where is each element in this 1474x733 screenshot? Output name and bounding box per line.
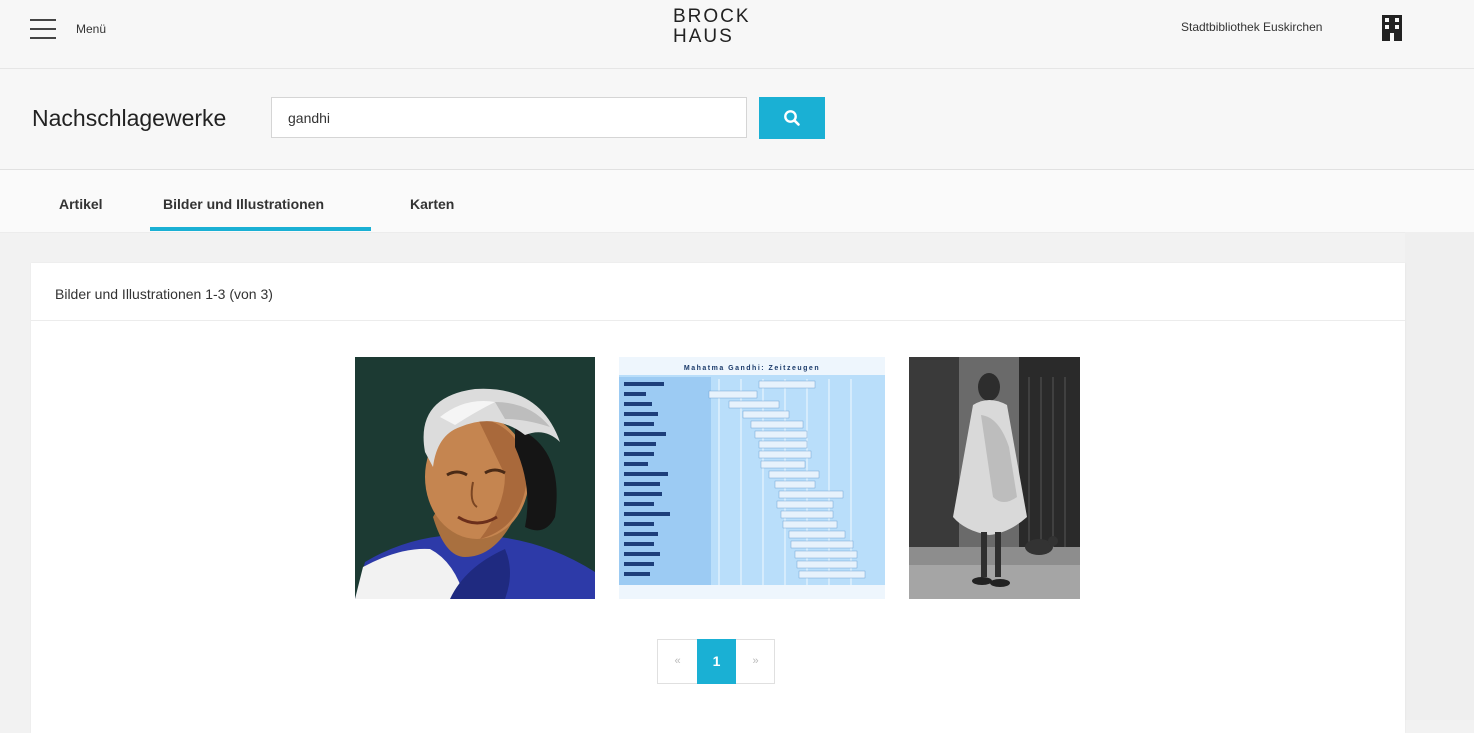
timeline-title: Mahatma Gandhi: Zeitzeugen — [684, 365, 820, 372]
tab-bilder-und-illustrationen[interactable]: Bilder und Illustrationen — [163, 196, 324, 212]
menu-label[interactable]: Menü — [76, 22, 106, 36]
result-image-photo[interactable] — [909, 357, 1080, 599]
result-image-timeline[interactable]: Mahatma Gandhi: Zeitzeugen — [619, 357, 885, 599]
hamburger-menu-icon[interactable] — [30, 19, 56, 39]
tab-artikel[interactable]: Artikel — [59, 196, 103, 212]
top-bar: Menü BROCK HAUS Stadtbibliothek Euskirch… — [0, 0, 1474, 69]
results-header: Bilder und Illustrationen 1-3 (von 3) — [31, 263, 1405, 321]
result-image-portrait[interactable] — [355, 357, 595, 599]
brockhaus-logo[interactable]: BROCK HAUS — [673, 7, 751, 47]
search-band: Nachschlagewerke — [0, 69, 1474, 170]
page-title: Nachschlagewerke — [32, 105, 227, 131]
library-name[interactable]: Stadtbibliothek Euskirchen — [1181, 20, 1322, 34]
tabs-bar: Artikel Bilder und Illustrationen Karten — [0, 170, 1474, 233]
next-page-button[interactable]: » — [736, 640, 775, 683]
building-icon[interactable] — [1380, 14, 1404, 42]
active-tab-indicator — [150, 227, 371, 231]
search-input[interactable] — [271, 97, 747, 138]
results-card: Bilder und Illustrationen 1-3 (von 3) Ma… — [31, 263, 1405, 733]
search-icon — [784, 110, 800, 126]
tab-karten[interactable]: Karten — [410, 196, 454, 212]
logo-line-2: HAUS — [673, 26, 734, 47]
pagination: « 1 » — [657, 639, 775, 684]
search-button[interactable] — [759, 97, 825, 139]
results-count: Bilder und Illustrationen 1-3 (von 3) — [55, 286, 273, 302]
current-page-button[interactable]: 1 — [697, 639, 736, 684]
right-gutter — [1405, 232, 1474, 720]
previous-page-button[interactable]: « — [658, 640, 697, 683]
logo-line-1: BROCK — [673, 6, 751, 27]
